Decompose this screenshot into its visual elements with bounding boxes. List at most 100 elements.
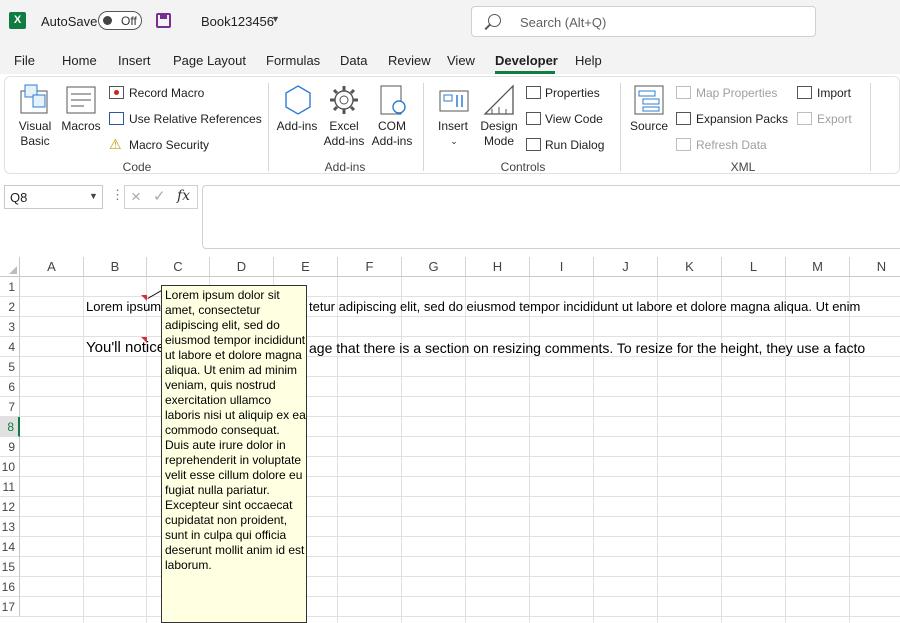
- macro-security-button[interactable]: Macro Security: [129, 138, 209, 152]
- row-header-13[interactable]: 13: [0, 517, 20, 537]
- grid-row-line: [20, 476, 900, 477]
- grid-column-line: [529, 277, 530, 623]
- column-header-e[interactable]: E: [274, 257, 338, 277]
- row-header-9[interactable]: 9: [0, 437, 20, 457]
- record-macro-button[interactable]: Record Macro: [129, 86, 204, 100]
- grid-row-line: [20, 436, 900, 437]
- row-header-11[interactable]: 11: [0, 477, 20, 497]
- save-icon[interactable]: [156, 13, 171, 28]
- insert-function-icon[interactable]: fx: [177, 188, 190, 204]
- check-icon[interactable]: ✓: [153, 187, 166, 205]
- row-header-16[interactable]: 16: [0, 577, 20, 597]
- grid-row-line: [20, 336, 900, 337]
- grid-row-line: [20, 376, 900, 377]
- chevron-down-icon[interactable]: ⌄: [449, 134, 459, 149]
- column-header-m[interactable]: M: [786, 257, 850, 277]
- column-header-n[interactable]: N: [850, 257, 900, 277]
- column-header-a[interactable]: A: [20, 257, 84, 277]
- export-button[interactable]: Export: [817, 112, 852, 126]
- column-header-j[interactable]: J: [594, 257, 658, 277]
- column-header-l[interactable]: L: [722, 257, 786, 277]
- properties-icon: [526, 86, 541, 99]
- column-header-d[interactable]: D: [210, 257, 274, 277]
- row-header-2[interactable]: 2: [0, 297, 20, 317]
- row-header-7[interactable]: 7: [0, 397, 20, 417]
- grid-column-line: [849, 277, 850, 623]
- tab-home[interactable]: Home: [62, 53, 97, 68]
- import-icon: [797, 86, 812, 99]
- name-box-value: Q8: [10, 190, 28, 205]
- comment-indicator-icon[interactable]: [141, 295, 147, 301]
- search-input[interactable]: Search (Alt+Q): [471, 6, 816, 37]
- map-properties-button[interactable]: Map Properties: [696, 86, 777, 100]
- autosave-label: AutoSave: [41, 14, 98, 29]
- more-options-icon[interactable]: ⋮: [111, 187, 124, 203]
- formula-input[interactable]: [202, 185, 900, 249]
- import-button[interactable]: Import: [817, 86, 851, 100]
- tab-data[interactable]: Data: [340, 53, 367, 68]
- column-header-b[interactable]: B: [84, 257, 147, 277]
- grid-column-line: [465, 277, 466, 623]
- row-header-14[interactable]: 14: [0, 537, 20, 557]
- row-header-10[interactable]: 10: [0, 457, 20, 477]
- row-header-4[interactable]: 4: [0, 337, 20, 357]
- properties-button[interactable]: Properties: [545, 86, 600, 100]
- column-header-h[interactable]: H: [466, 257, 530, 277]
- row-header-6[interactable]: 6: [0, 377, 20, 397]
- tab-review[interactable]: Review: [388, 53, 431, 68]
- row-header-8[interactable]: 8: [0, 417, 20, 437]
- excel-addins-button[interactable]: Excel Add-ins: [321, 119, 367, 149]
- grid-column-line: [401, 277, 402, 623]
- tab-developer[interactable]: Developer: [495, 53, 558, 68]
- cell-b4-text[interactable]: You'll notice: [86, 339, 165, 356]
- column-header-f[interactable]: F: [338, 257, 402, 277]
- use-relative-references-button[interactable]: Use Relative References: [129, 112, 262, 126]
- row-header-15[interactable]: 15: [0, 557, 20, 577]
- column-header-g[interactable]: G: [402, 257, 466, 277]
- cancel-icon[interactable]: ×: [131, 187, 141, 207]
- tab-file[interactable]: File: [14, 53, 35, 68]
- relative-references-icon: [109, 112, 124, 125]
- row-header-3[interactable]: 3: [0, 317, 20, 337]
- chevron-down-icon[interactable]: ▼: [271, 14, 280, 24]
- grid-column-line: [593, 277, 594, 623]
- cell-b2-text[interactable]: Lorem ipsum: [86, 299, 161, 314]
- grid-column-line: [337, 277, 338, 623]
- menu-bar: File Home Insert Page Layout Formulas Da…: [0, 44, 900, 74]
- tab-view[interactable]: View: [447, 53, 475, 68]
- comment-indicator-icon[interactable]: [141, 337, 147, 343]
- tab-formulas[interactable]: Formulas: [266, 53, 320, 68]
- map-properties-icon: [676, 86, 691, 99]
- grid-column-line: [83, 277, 84, 623]
- visual-basic-button[interactable]: Visual Basic: [13, 119, 57, 149]
- column-header-k[interactable]: K: [658, 257, 722, 277]
- expansion-packs-button[interactable]: Expansion Packs: [696, 112, 788, 126]
- column-header-c[interactable]: C: [147, 257, 210, 277]
- tab-insert[interactable]: Insert: [118, 53, 151, 68]
- name-box[interactable]: Q8 ▼: [4, 185, 103, 209]
- workbook-name[interactable]: Book123456: [201, 14, 274, 29]
- chevron-down-icon[interactable]: ▼: [89, 191, 98, 201]
- refresh-data-button[interactable]: Refresh Data: [696, 138, 767, 152]
- run-dialog-button[interactable]: Run Dialog: [545, 138, 604, 152]
- row-header-5[interactable]: 5: [0, 357, 20, 377]
- addins-icon: [285, 85, 311, 115]
- worksheet-grid[interactable]: ABCDEFGHIJKLMN 1 2 3 4 5 6 7 8 9 10 11 12 13 14 15 16 17…: [0, 257, 900, 623]
- insert-controls-button[interactable]: Insert: [431, 119, 475, 134]
- design-mode-button[interactable]: Design Mode: [476, 119, 522, 149]
- cell-b2-overflow-text: tetur adipiscing elit, sed do eiusmod te…: [309, 299, 861, 314]
- tab-help[interactable]: Help: [575, 53, 602, 68]
- autosave-toggle[interactable]: Off: [98, 11, 142, 30]
- row-header-1[interactable]: 1: [0, 277, 20, 297]
- com-addins-button[interactable]: COM Add-ins: [367, 119, 417, 149]
- column-header-i[interactable]: I: [530, 257, 594, 277]
- row-header-12[interactable]: 12: [0, 497, 20, 517]
- row-header-17[interactable]: 17: [0, 597, 20, 617]
- select-all-button[interactable]: [0, 257, 20, 277]
- tab-page-layout[interactable]: Page Layout: [173, 53, 246, 68]
- macros-button[interactable]: Macros: [59, 119, 103, 134]
- addins-button[interactable]: Add-ins: [275, 119, 319, 134]
- source-button[interactable]: Source: [625, 119, 673, 134]
- comment-box[interactable]: Lorem ipsum dolor sit amet, consectetur …: [161, 285, 307, 623]
- view-code-button[interactable]: View Code: [545, 112, 603, 126]
